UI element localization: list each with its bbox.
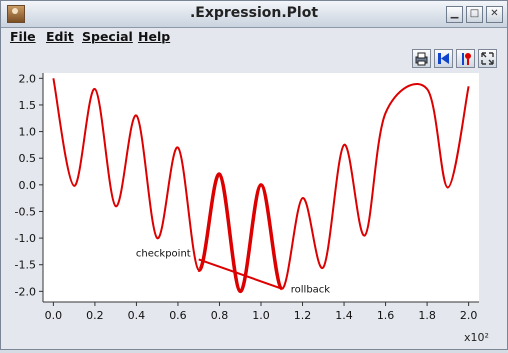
y-tick-label: -1.5 xyxy=(15,259,36,272)
x-tick-label: 0.4 xyxy=(128,309,146,322)
x-multiplier-label: x10² xyxy=(464,331,489,344)
expand-icon xyxy=(481,52,494,65)
y-tick-label: 0.0 xyxy=(19,179,37,192)
close-button[interactable]: ✕ xyxy=(486,6,503,23)
x-tick-label: 1.2 xyxy=(294,309,312,322)
close-icon: ✕ xyxy=(490,8,499,19)
x-tick-label: 1.8 xyxy=(418,309,436,322)
x-tick-label: 2.0 xyxy=(460,309,478,322)
minimize-icon: ▁ xyxy=(450,8,459,19)
title-bar[interactable]: .Expression.Plot ▁ □ ✕ xyxy=(1,1,507,28)
y-tick-label: -0.5 xyxy=(15,205,36,218)
plot-background xyxy=(43,73,479,302)
maximize-icon: □ xyxy=(469,8,480,19)
x-tick-label: 0.8 xyxy=(211,309,229,322)
menu-special[interactable]: Special xyxy=(82,29,133,44)
expression-chart[interactable]: 0.0 0.2 0.4 0.6 0.8 1.0 1.2 1.4 1.6 1.8 2.0 2.0 1.5 1… xyxy=(1,72,507,349)
x-tick-label: 1.0 xyxy=(252,309,270,322)
marker-icon xyxy=(462,53,471,65)
application-window: .Expression.Plot ▁ □ ✕ File Edit Special… xyxy=(0,0,508,350)
plot-area: 0.0 0.2 0.4 0.6 0.8 1.0 1.2 1.4 1.6 1.8 2.0 2.0 1.5 1… xyxy=(1,72,507,349)
x-tick-label: 0.0 xyxy=(45,309,63,322)
minimize-button[interactable]: ▁ xyxy=(446,6,463,23)
y-tick-label: 0.5 xyxy=(19,152,37,165)
y-tick-label: -2.0 xyxy=(15,285,36,298)
marker-button[interactable] xyxy=(456,49,475,68)
x-tick-label: 0.6 xyxy=(169,309,187,322)
x-tick-label: 1.6 xyxy=(377,309,395,322)
skip-to-start-icon xyxy=(438,53,449,64)
y-tick-label: -1.0 xyxy=(15,232,36,245)
skip-to-start-button[interactable] xyxy=(434,49,453,68)
menu-help[interactable]: Help xyxy=(138,29,170,44)
x-tick-label: 0.2 xyxy=(86,309,104,322)
y-tick-label: 2.0 xyxy=(19,73,37,85)
maximize-button[interactable]: □ xyxy=(466,6,483,23)
print-icon xyxy=(415,52,428,66)
checkpoint-label: checkpoint xyxy=(136,248,191,259)
rollback-label: rollback xyxy=(291,285,331,296)
y-tick-label: 1.5 xyxy=(19,99,37,112)
x-tick-label: 1.4 xyxy=(335,309,353,322)
print-button[interactable] xyxy=(412,49,431,68)
menu-bar: File Edit Special Help xyxy=(1,28,507,46)
expand-button[interactable] xyxy=(478,49,497,68)
menu-file[interactable]: File xyxy=(10,29,36,44)
window-title: .Expression.Plot xyxy=(189,5,319,21)
menu-edit[interactable]: Edit xyxy=(46,29,74,44)
y-tick-label: 1.0 xyxy=(19,126,37,139)
toolbar xyxy=(412,49,497,69)
